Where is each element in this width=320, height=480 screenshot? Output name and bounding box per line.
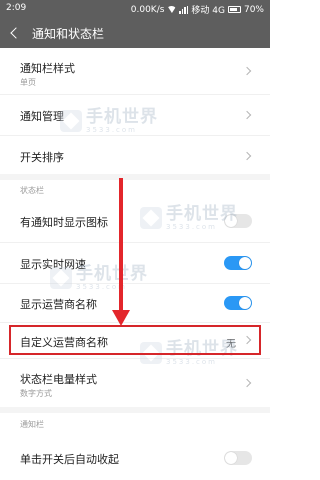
watermark-subtext: 3533.com (76, 283, 127, 291)
watermark-text: 手机世界 (86, 107, 158, 127)
row-label: 有通知时显示图标 (20, 216, 108, 229)
row-label: 开关排序 (20, 151, 64, 164)
status-indicators: 0.00K/s 移动 4G 70% (130, 3, 264, 17)
divider (0, 322, 270, 323)
section-gap (0, 407, 270, 413)
settings-row-battery-style[interactable]: 状态栏电量样式 数字方式 (0, 359, 270, 407)
watermark-subtext: 3533.com (166, 223, 217, 231)
annotation-arrow-head-icon (112, 310, 130, 326)
toggle-switch[interactable] (224, 451, 252, 465)
watermark-subtext: 3533.com (166, 358, 217, 366)
watermark-mark-icon (140, 207, 162, 229)
section-gap (0, 174, 270, 180)
chevron-right-icon (242, 378, 252, 388)
back-arrow-icon[interactable] (10, 27, 22, 39)
watermark-mark-icon (60, 110, 82, 132)
section-header-notification-bar: 通知栏 (20, 420, 44, 429)
watermark-text: 手机世界 (76, 264, 148, 284)
settings-row-auto-collapse[interactable]: 单击开关后自动收起 (0, 436, 270, 480)
watermark-logo: 手机世界 3533.com (60, 108, 158, 134)
watermark-text: 手机世界 (166, 204, 238, 224)
chevron-right-icon (242, 151, 252, 161)
toggle-knob (239, 297, 251, 309)
row-label: 通知管理 (20, 110, 64, 123)
status-time: 2:09 (6, 3, 27, 13)
wifi-icon (167, 6, 177, 13)
header-bar: 通知和状态栏 (0, 18, 270, 48)
annotation-highlight-box (9, 325, 261, 355)
settings-row-notification-style[interactable]: 通知栏样式 单页 (0, 48, 270, 94)
row-sublabel: 数字方式 (20, 389, 52, 398)
network-speed: 0.00K/s (130, 4, 165, 15)
section-header-status-bar: 状态栏 (20, 186, 44, 195)
row-label: 显示运营商名称 (20, 298, 97, 311)
toggle-knob (239, 257, 251, 269)
row-label: 单击开关后自动收起 (20, 453, 119, 466)
status-bar: 2:09 0.00K/s 移动 4G 70% (0, 0, 270, 18)
page-title: 通知和状态栏 (32, 27, 105, 41)
row-sublabel: 单页 (20, 78, 36, 87)
toggle-switch[interactable] (224, 256, 252, 270)
row-label: 通知栏样式 (20, 62, 75, 75)
battery-icon (227, 6, 241, 13)
watermark-mark-icon (50, 267, 72, 289)
chevron-right-icon (242, 66, 252, 76)
toggle-knob (225, 452, 237, 464)
signal-icon (179, 5, 189, 14)
carrier-label: 移动 4G (191, 6, 225, 16)
chevron-right-icon (242, 110, 252, 120)
watermark-subtext: 3533.com (86, 126, 137, 134)
settings-row-switch-order[interactable]: 开关排序 (0, 136, 270, 174)
watermark-logo: 手机世界 3533.com (140, 205, 238, 231)
battery-percent: 70% (243, 4, 264, 15)
row-label: 状态栏电量样式 (20, 373, 97, 386)
watermark-logo: 手机世界 3533.com (50, 265, 148, 291)
annotation-arrow-shaft (119, 178, 123, 314)
toggle-switch[interactable] (224, 296, 252, 310)
